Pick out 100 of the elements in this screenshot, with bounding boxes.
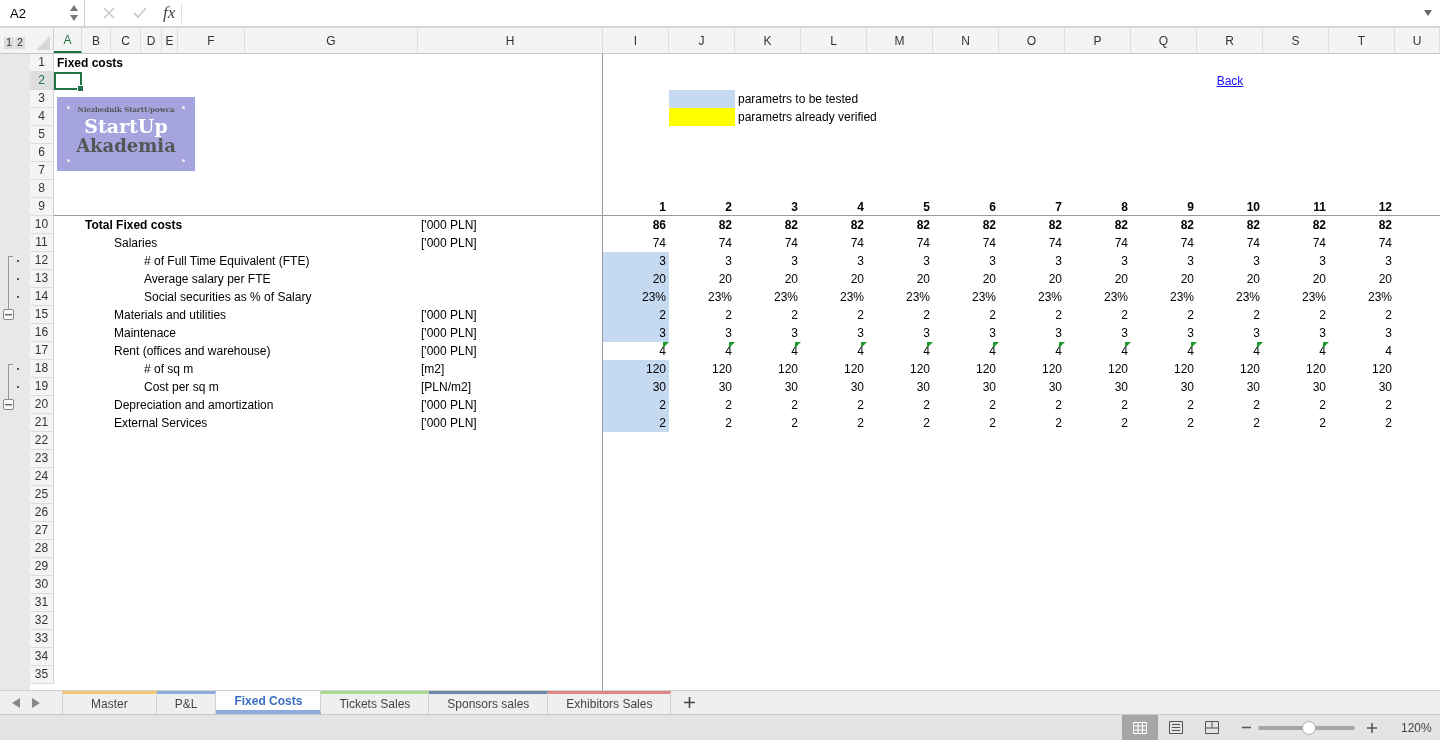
column-header[interactable]: N xyxy=(933,28,999,53)
column-header[interactable]: F xyxy=(178,28,245,53)
row-header[interactable]: 21 xyxy=(30,414,54,432)
row-header[interactable]: 29 xyxy=(30,558,54,576)
column-header[interactable]: U xyxy=(1395,28,1440,53)
outline-level-button[interactable]: 2 xyxy=(15,37,25,49)
column-header[interactable]: G xyxy=(245,28,418,53)
row-header[interactable]: 11 xyxy=(30,234,54,252)
column-header[interactable]: A xyxy=(54,28,82,53)
next-sheet-icon[interactable] xyxy=(32,697,40,708)
row-header[interactable]: 6 xyxy=(30,144,54,162)
column-header[interactable]: S xyxy=(1263,28,1329,53)
back-link[interactable]: Back xyxy=(1216,72,1244,90)
legend-label: parametrs already verified xyxy=(737,109,878,126)
row-header[interactable]: 31 xyxy=(30,594,54,612)
row-header[interactable]: 14 xyxy=(30,288,54,306)
view-button[interactable] xyxy=(1122,715,1158,740)
sheet-tab[interactable]: Master xyxy=(62,691,157,714)
row-header[interactable]: 10 xyxy=(30,216,54,234)
row-header[interactable]: 3 xyxy=(30,90,54,108)
insert-function-button[interactable]: fx xyxy=(163,3,183,23)
row-header[interactable]: 4 xyxy=(30,108,54,126)
row-header[interactable]: 24 xyxy=(30,468,54,486)
row-header[interactable]: 9 xyxy=(30,198,54,216)
outline-level-button[interactable]: 1 xyxy=(4,37,14,49)
row-header[interactable]: 13 xyxy=(30,270,54,288)
previous-sheet-icon[interactable] xyxy=(12,697,20,708)
error-indicator-icon[interactable] xyxy=(1191,342,1197,348)
active-cell[interactable] xyxy=(54,72,82,90)
row-header[interactable]: 34 xyxy=(30,648,54,666)
error-indicator-icon[interactable] xyxy=(1323,342,1329,348)
row-header[interactable]: 18 xyxy=(30,360,54,378)
row-header[interactable]: 32 xyxy=(30,612,54,630)
row-header[interactable]: 5 xyxy=(30,126,54,144)
row-header[interactable]: 26 xyxy=(30,504,54,522)
sheet-tab[interactable]: Exhibitors Sales xyxy=(548,691,672,714)
row-header[interactable]: 19 xyxy=(30,378,54,396)
table-cell-text: 120 xyxy=(1370,361,1393,378)
error-indicator-icon[interactable] xyxy=(861,342,867,348)
zoom-slider[interactable] xyxy=(1258,720,1355,735)
zoom-in-icon[interactable] xyxy=(1367,722,1377,733)
row-header[interactable]: 28 xyxy=(30,540,54,558)
error-indicator-icon[interactable] xyxy=(795,342,801,348)
caret-icon[interactable] xyxy=(1424,10,1432,16)
unit-cell-text: ['000 PLN] xyxy=(420,307,478,324)
sheet-tab[interactable]: Fixed Costs xyxy=(216,691,322,714)
error-indicator-icon[interactable] xyxy=(1125,342,1131,348)
row-header[interactable]: 1 xyxy=(30,54,54,72)
error-indicator-icon[interactable] xyxy=(1059,342,1065,348)
column-header[interactable]: J xyxy=(669,28,735,53)
row-header[interactable]: 12 xyxy=(30,252,54,270)
collapse-button[interactable] xyxy=(3,309,14,320)
table-cell-text: 2 xyxy=(1186,307,1195,324)
error-indicator-icon[interactable] xyxy=(1257,342,1263,348)
row-header[interactable]: 22 xyxy=(30,432,54,450)
table-cell-text: 2 xyxy=(1120,307,1129,324)
row-header[interactable]: 35 xyxy=(30,666,54,684)
column-header[interactable]: B xyxy=(82,28,111,53)
column-header[interactable]: I xyxy=(603,28,669,53)
line-item-label: Salaries xyxy=(113,235,159,252)
name-box[interactable]: A2 xyxy=(0,0,85,26)
column-header[interactable]: Q xyxy=(1131,28,1197,53)
column-header[interactable]: L xyxy=(801,28,867,53)
collapse-button[interactable] xyxy=(3,399,14,410)
sheet-title: Fixed costs xyxy=(56,55,125,72)
checkmark-icon[interactable] xyxy=(133,7,147,19)
add-sheet-icon[interactable] xyxy=(683,697,695,708)
column-header[interactable]: M xyxy=(867,28,933,53)
row-header[interactable]: 2 xyxy=(30,72,54,90)
table-cell-text: 2 xyxy=(1384,307,1393,324)
row-header[interactable]: 27 xyxy=(30,522,54,540)
error-indicator-icon[interactable] xyxy=(729,342,735,348)
column-header[interactable]: D xyxy=(141,28,162,53)
column-header[interactable]: H xyxy=(418,28,603,53)
column-header[interactable]: E xyxy=(162,28,178,53)
slider-thumb[interactable] xyxy=(1302,720,1317,735)
error-indicator-icon[interactable] xyxy=(927,342,933,348)
spinner-icon[interactable] xyxy=(70,3,78,23)
row-header[interactable]: 16 xyxy=(30,324,54,342)
sheet-tab[interactable]: P&L xyxy=(156,691,217,714)
error-indicator-icon[interactable] xyxy=(993,342,999,348)
column-header[interactable]: R xyxy=(1197,28,1263,53)
column-header[interactable]: K xyxy=(735,28,801,53)
row-header[interactable]: 33 xyxy=(30,630,54,648)
row-header[interactable]: 15 xyxy=(30,306,54,324)
column-header[interactable]: P xyxy=(1065,28,1131,53)
sheet-tab[interactable]: Tickets Sales xyxy=(321,691,430,714)
row-header[interactable]: 30 xyxy=(30,576,54,594)
column-header[interactable]: T xyxy=(1329,28,1395,53)
row-header[interactable]: 8 xyxy=(30,180,54,198)
column-header[interactable]: C xyxy=(111,28,141,53)
column-header[interactable]: O xyxy=(999,28,1065,53)
row-header[interactable]: 7 xyxy=(30,162,54,180)
zoom-level[interactable]: 120% xyxy=(1401,720,1432,735)
row-header[interactable]: 23 xyxy=(30,450,54,468)
sheet-tab[interactable]: Sponsors sales xyxy=(429,691,549,714)
row-header[interactable]: 17 xyxy=(30,342,54,360)
row-header[interactable]: 25 xyxy=(30,486,54,504)
row-header[interactable]: 20 xyxy=(30,396,54,414)
table-cell: 4 xyxy=(801,342,867,360)
